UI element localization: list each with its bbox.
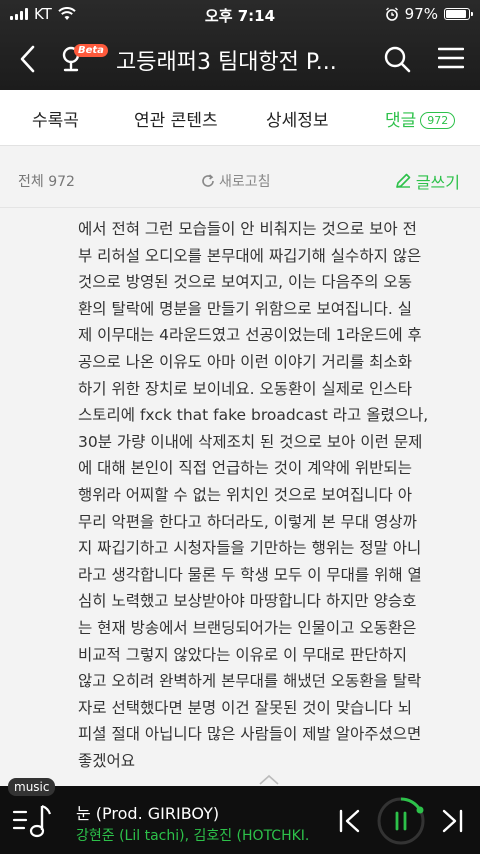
comment-line: 않고 오히려 완벽하게 본무대를 해냈던 오동환을 탈락 xyxy=(78,672,422,691)
comment-line: 비교적 그렇지 않았다는 이유로 이 무대로 판단하지 xyxy=(78,645,408,664)
comment-line: 지 짜깁기하고 시청자들을 기만하는 행위는 정말 아니 xyxy=(78,539,422,558)
back-arrow-icon[interactable] xyxy=(14,44,42,74)
comment-line: 환의 탈락에 명분을 만들기 위함으로 보여집니다. 실 xyxy=(78,299,412,318)
battery-percent: 97% xyxy=(404,5,438,23)
next-track-icon[interactable] xyxy=(440,808,464,834)
playlist-icon[interactable] xyxy=(12,802,52,840)
music-badge: music xyxy=(8,778,56,796)
battery-icon xyxy=(444,8,473,20)
tab-tracks[interactable]: 수록곡 xyxy=(32,106,79,131)
tab-related[interactable]: 연관 콘텐츠 xyxy=(134,106,218,131)
alarm-icon xyxy=(385,7,398,21)
song-artist: 강현준 (Lil tachi), 김호진 (HOTCHKI... xyxy=(76,828,308,844)
app-header: KT 오후 7:14 97% Beta 고등래퍼3 팀대항전 P... xyxy=(0,0,480,90)
write-label: 글쓰기 xyxy=(415,173,460,192)
menu-icon[interactable] xyxy=(438,46,464,70)
total-comments: 전체 972 xyxy=(18,174,75,190)
comment-line: 스토리에 fxck that fake broadcast 라고 올렸으나, xyxy=(78,406,429,425)
comment-line: 무리 악편을 한다고 하더라도, 이렇게 본 무대 영상까 xyxy=(78,512,417,531)
comment-line: 하기 위한 장치로 보이네요. 오동환이 실제로 인스타 xyxy=(78,379,412,398)
comment-line: 30분 가량 이내에 삭제조치 된 것으로 보아 이런 문제 xyxy=(78,432,423,451)
tab-comments[interactable]: 댓글 972 xyxy=(385,106,456,131)
comment-text: 에서 전혀 그런 모습들이 안 비춰지는 것으로 보아 전부 리허설 오디오를 … xyxy=(78,216,472,774)
write-comment-button[interactable]: 글쓰기 xyxy=(394,169,460,193)
beta-badge: Beta xyxy=(74,44,108,57)
comment-count-badge: 972 xyxy=(420,112,456,129)
comment-line: 심히 노력했고 보상받아야 마땅합니다 하지만 양승호 xyxy=(78,592,417,611)
battery-level-fill xyxy=(446,10,467,18)
content-tabs: 수록곡 연관 콘텐츠 상세정보 댓글 972 xyxy=(0,90,480,146)
tab-details[interactable]: 상세정보 xyxy=(266,106,329,131)
comment-line: 피셜 절대 아닙니다 많은 사람들이 제발 알아주셨으면 xyxy=(78,725,422,744)
refresh-icon xyxy=(202,174,214,187)
comment-line: 것으로 방영된 것으로 보여지고, 이는 다음주의 오동 xyxy=(78,273,412,292)
chevron-up-icon[interactable] xyxy=(258,774,280,786)
comment-line: 부 리허설 오디오를 본무대에 짜깁기해 실수하지 않은 xyxy=(78,246,422,265)
previous-track-icon[interactable] xyxy=(338,808,362,834)
tab-related-label: 연관 콘텐츠 xyxy=(134,111,218,131)
comment-line: 행위라 어찌할 수 없는 위치인 것으로 보여집니다 아 xyxy=(78,485,412,504)
comment-line: 에서 전혀 그런 모습들이 안 비춰지는 것으로 보아 전 xyxy=(78,220,417,238)
comment-line: 제 이무대는 4라운드였고 선공이었는데 1라운드에 후 xyxy=(78,326,422,345)
song-title: 눈 (Prod. GIRIBOY) xyxy=(76,804,220,823)
comment-toolbar: 전체 972 새로고침 글쓰기 xyxy=(0,152,480,208)
comment-body: 에서 전혀 그런 모습들이 안 비춰지는 것으로 보아 전부 리허설 오디오를 … xyxy=(0,208,480,785)
pause-button[interactable] xyxy=(376,796,426,846)
refresh-label: 새로고침 xyxy=(219,174,271,190)
comment-line: 라고 생각합니다 물론 두 학생 모두 이 무대를 위해 열 xyxy=(78,565,422,584)
refresh-button[interactable]: 새로고침 xyxy=(200,171,271,191)
comment-line: 자로 선택했다면 분명 이건 잘못된 것이 맞습니다 뇌 xyxy=(78,698,412,717)
comment-line: 에 대해 본인이 직접 언급하는 것이 계약에 위반되는 xyxy=(78,459,412,478)
comment-line: 는 현재 방송에서 브랜딩되어가는 인물이고 오동환은 xyxy=(78,618,417,637)
page-title: 고등래퍼3 팀대항전 P... xyxy=(116,50,337,75)
tab-comments-label: 댓글 xyxy=(385,111,417,131)
tab-details-label: 상세정보 xyxy=(266,111,329,131)
mini-player[interactable]: music 눈 (Prod. GIRIBOY) 강현준 (Lil tachi),… xyxy=(0,778,480,854)
comment-line: 공으로 나온 이유도 아마 이런 이야기 거리를 최소화 xyxy=(78,352,412,371)
tab-tracks-label: 수록곡 xyxy=(32,111,79,131)
navigation-bar: Beta 고등래퍼3 팀대항전 P... xyxy=(0,36,480,82)
pencil-icon xyxy=(396,173,411,188)
status-right: 97% xyxy=(385,5,473,23)
comment-line: 좋겠어요 xyxy=(78,751,136,770)
search-icon[interactable] xyxy=(383,45,411,73)
status-bar: KT 오후 7:14 97% xyxy=(0,0,480,28)
